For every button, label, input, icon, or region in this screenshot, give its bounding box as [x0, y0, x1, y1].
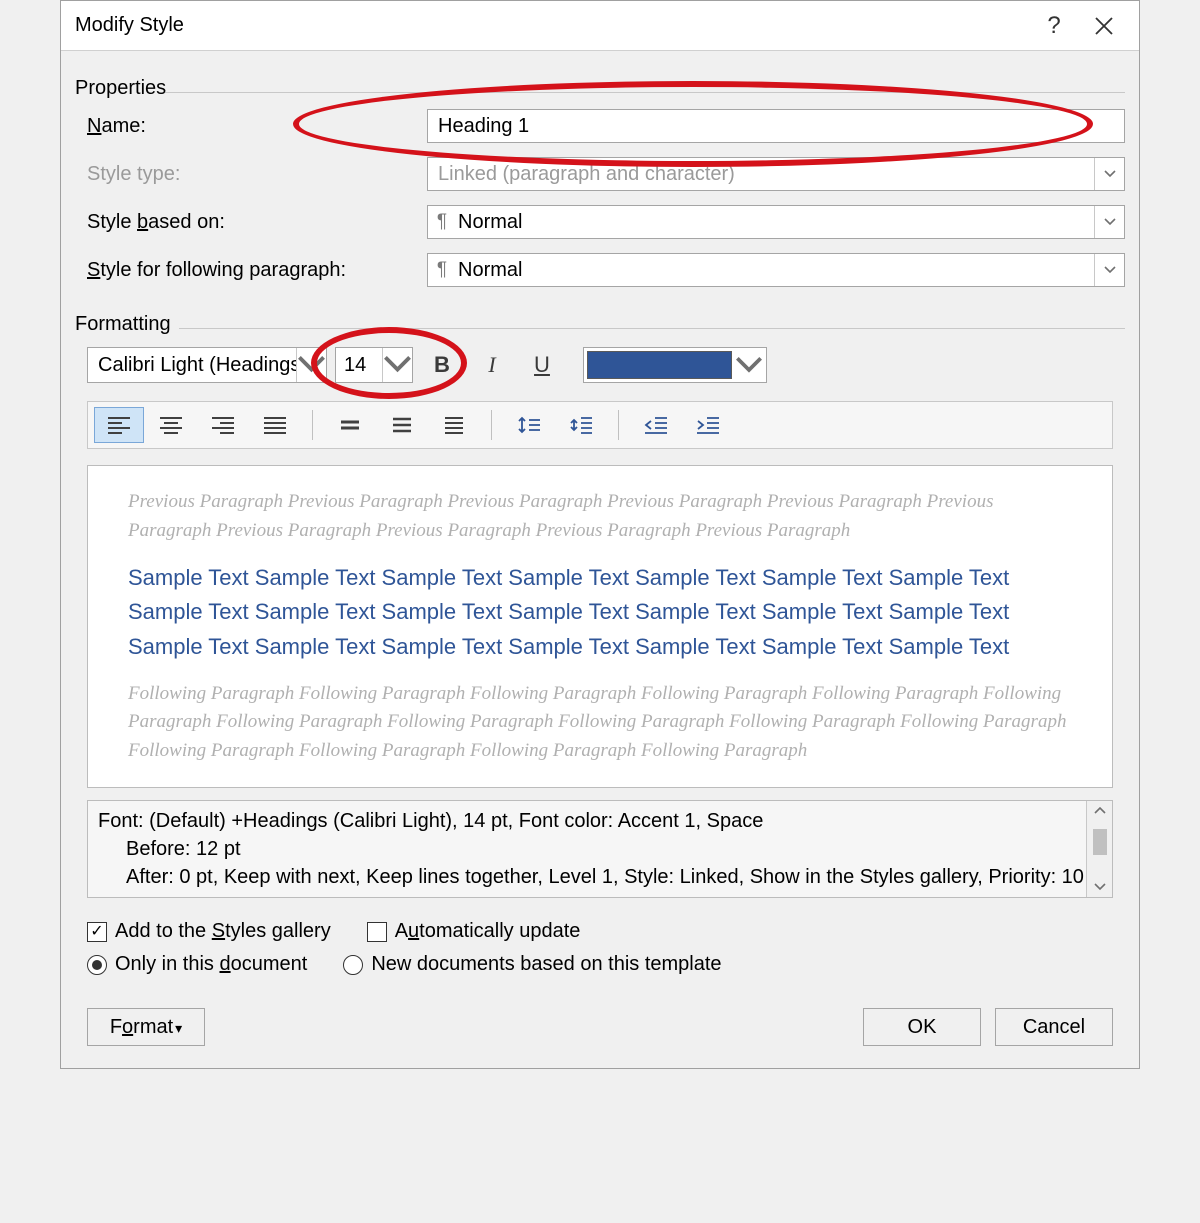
align-right-button[interactable] — [198, 407, 248, 443]
increase-indent-button[interactable] — [683, 407, 733, 443]
new-documents-radio[interactable]: New documents based on this template — [343, 953, 721, 976]
radio-icon — [343, 955, 363, 975]
preview-previous: Previous Paragraph Previous Paragraph Pr… — [128, 488, 1072, 545]
following-label: Style for following paragraph: — [87, 259, 427, 282]
style-type-label: Style type: — [87, 163, 427, 186]
auto-update-checkbox[interactable]: Automatically update — [367, 920, 581, 943]
name-label: Name: — [87, 115, 427, 138]
chevron-down-icon[interactable] — [1094, 254, 1124, 286]
line-spacing-1-button[interactable] — [325, 407, 375, 443]
based-on-combo[interactable]: ¶ Normal — [427, 205, 1125, 239]
style-type-combo: Linked (paragraph and character) — [427, 157, 1125, 191]
description-scrollbar[interactable] — [1086, 801, 1112, 897]
titlebar: Modify Style ? — [61, 1, 1139, 51]
preview-following: Following Paragraph Following Paragraph … — [128, 680, 1072, 766]
scroll-up-icon — [1094, 807, 1106, 815]
radio-icon — [87, 955, 107, 975]
modify-style-dialog: Modify Style ? Properties Name: Heading … — [60, 0, 1140, 1069]
style-preview: Previous Paragraph Previous Paragraph Pr… — [87, 465, 1113, 788]
format-button[interactable]: Format — [87, 1008, 205, 1046]
checkbox-icon — [87, 922, 107, 942]
chevron-down-icon[interactable] — [382, 348, 412, 382]
based-on-label: Style based on: — [87, 211, 427, 234]
chevron-down-icon[interactable] — [735, 351, 763, 379]
space-before-decrease-button[interactable] — [556, 407, 606, 443]
scope-row: Only in this document New documents base… — [61, 943, 1139, 976]
align-left-button[interactable] — [94, 407, 144, 443]
properties-grid: Name: Heading 1 Style type: Linked (para… — [61, 103, 1139, 287]
space-before-increase-button[interactable] — [504, 407, 554, 443]
preview-sample: Sample Text Sample Text Sample Text Samp… — [128, 561, 1072, 664]
scroll-thumb[interactable] — [1093, 829, 1107, 855]
only-in-document-radio[interactable]: Only in this document — [87, 953, 307, 976]
close-button[interactable] — [1079, 1, 1129, 51]
italic-button[interactable]: I — [471, 347, 513, 383]
line-spacing-1-5-button[interactable] — [377, 407, 427, 443]
align-justify-button[interactable] — [250, 407, 300, 443]
scroll-down-icon — [1094, 883, 1106, 891]
font-color-combo[interactable] — [583, 347, 767, 383]
font-name-combo[interactable]: Calibri Light (Headings) — [87, 347, 327, 383]
pilcrow-icon: ¶ — [428, 211, 456, 233]
font-size-combo[interactable]: 14 — [335, 347, 413, 383]
properties-section-label: Properties — [75, 77, 1139, 100]
chevron-down-icon[interactable] — [296, 348, 326, 382]
formatting-row: Calibri Light (Headings) 14 B I U — [61, 339, 1139, 383]
chevron-down-icon[interactable] — [1094, 206, 1124, 238]
chevron-down-icon — [1094, 158, 1124, 190]
align-center-button[interactable] — [146, 407, 196, 443]
cancel-button[interactable]: Cancel — [995, 1008, 1113, 1046]
add-to-gallery-checkbox[interactable]: Add to the Styles gallery — [87, 920, 331, 943]
button-row: Format OK Cancel — [61, 976, 1139, 1068]
formatting-section-label: Formatting — [75, 313, 1139, 336]
color-swatch — [587, 351, 732, 379]
name-input[interactable]: Heading 1 — [427, 109, 1125, 143]
pilcrow-icon: ¶ — [428, 259, 456, 281]
paragraph-toolbar — [87, 401, 1113, 449]
bold-button[interactable]: B — [421, 347, 463, 383]
dialog-title: Modify Style — [75, 14, 1029, 37]
ok-button[interactable]: OK — [863, 1008, 981, 1046]
style-description: Font: (Default) +Headings (Calibri Light… — [87, 800, 1113, 898]
line-spacing-2-button[interactable] — [429, 407, 479, 443]
following-combo[interactable]: ¶ Normal — [427, 253, 1125, 287]
help-button[interactable]: ? — [1029, 1, 1079, 51]
close-icon — [1094, 16, 1114, 36]
checkbox-icon — [367, 922, 387, 942]
decrease-indent-button[interactable] — [631, 407, 681, 443]
options-row: Add to the Styles gallery Automatically … — [61, 898, 1139, 943]
underline-button[interactable]: U — [521, 347, 563, 383]
